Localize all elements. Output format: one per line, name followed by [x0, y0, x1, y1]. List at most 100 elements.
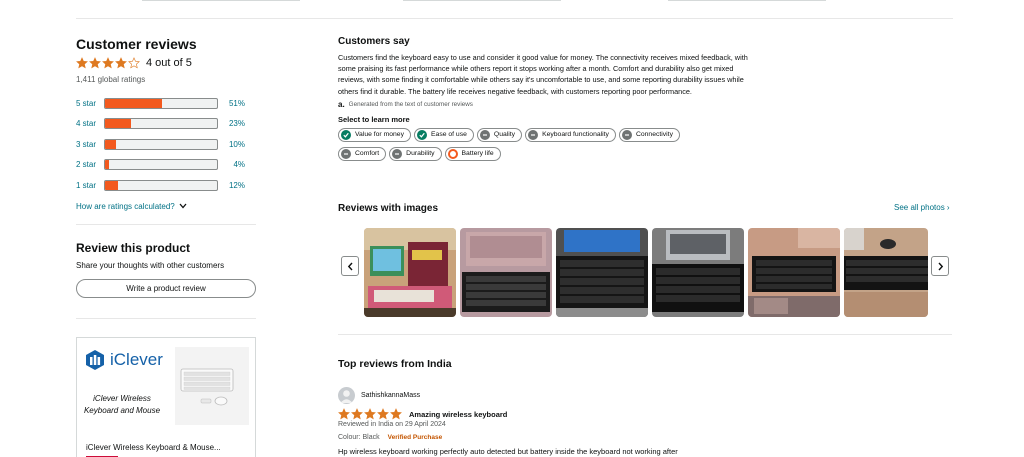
histogram-bar-fill: [105, 119, 131, 129]
histogram-row[interactable]: 4 star 23%: [76, 114, 256, 135]
ai-mark-icon: a.: [338, 99, 345, 109]
customers-say-summary: Customers find the keyboard easy to use …: [338, 53, 748, 96]
right-divider: [338, 334, 952, 335]
keyboard-mouse-image: [180, 368, 234, 406]
reviews-with-images-title: Reviews with images: [338, 203, 439, 214]
review-colour: Colour: Black: [338, 434, 380, 441]
aspect-chip-label: Comfort: [355, 150, 380, 158]
aspect-chip-label: Connectivity: [635, 131, 673, 139]
aspect-chip[interactable]: Ease of use: [414, 127, 474, 142]
review-photo-image: [364, 228, 456, 317]
reviewer-profile[interactable]: SathishkannaMass: [338, 387, 420, 404]
customer-reviews-title: Customer reviews: [76, 36, 197, 52]
aspect-chip[interactable]: Comfort: [338, 146, 387, 161]
top-divider-stub: [403, 0, 561, 1]
review-photo-image: [460, 228, 552, 317]
aspect-chip[interactable]: Battery life: [444, 146, 501, 161]
review-headline: Amazing wireless keyboard: [409, 409, 508, 419]
star-filled-icon: [338, 408, 350, 420]
aspect-chip[interactable]: Value for money: [338, 127, 411, 142]
aspect-chip[interactable]: Connectivity: [618, 127, 680, 142]
chevron-left-icon: [347, 262, 353, 270]
aspect-chip-label: Durability: [406, 150, 435, 158]
histogram-percent[interactable]: 4%: [219, 160, 245, 169]
histogram-bar[interactable]: [104, 97, 218, 109]
carousel-next-button[interactable]: [931, 256, 949, 276]
histogram-row[interactable]: 5 star 51%: [76, 93, 256, 114]
sponsored-ad[interactable]: iClever iClever Wireless Keyboard and Mo…: [76, 337, 256, 457]
verified-purchase-badge[interactable]: Verified Purchase: [388, 434, 443, 441]
star-filled-icon: [102, 57, 114, 69]
review-body: Hp wireless keyboard working perfectly a…: [338, 447, 678, 456]
aspect-chip[interactable]: Keyboard functionality: [525, 127, 616, 142]
minus-circle-icon: [479, 129, 490, 140]
carousel-prev-button[interactable]: [341, 256, 359, 276]
review-header[interactable]: Amazing wireless keyboard: [338, 408, 507, 420]
minus-circle-icon: [341, 148, 351, 159]
ad-product-title[interactable]: iClever Wireless Keyboard & Mouse...: [86, 443, 221, 452]
chevron-right-icon: [937, 262, 943, 270]
top-divider-stub: [668, 0, 826, 1]
review-date: Reviewed in India on 29 April 2024: [338, 421, 446, 428]
left-divider: [76, 318, 256, 319]
histogram-row[interactable]: 2 star 4%: [76, 155, 256, 176]
review-variant: Colour: Black Verified Purchase: [338, 434, 442, 441]
customers-say-title: Customers say: [338, 36, 410, 47]
histogram-bar[interactable]: [104, 159, 218, 171]
review-photo-image: [748, 228, 840, 317]
minus-circle-icon: [447, 148, 458, 159]
select-to-learn-label: Select to learn more: [338, 114, 410, 124]
histogram-star-label[interactable]: 4 star: [76, 119, 104, 128]
histogram-star-label[interactable]: 5 star: [76, 99, 104, 108]
reviewer-name: SathishkannaMass: [361, 392, 421, 399]
avatar: [338, 387, 355, 404]
write-review-button[interactable]: Write a product review: [76, 279, 256, 298]
review-stars: [338, 408, 403, 420]
review-photo-1[interactable]: [364, 228, 456, 317]
histogram-bar[interactable]: [104, 138, 218, 150]
see-all-photos-link[interactable]: See all photos ›: [894, 203, 950, 212]
aspect-chip[interactable]: Quality: [476, 127, 523, 142]
histogram-row[interactable]: 1 star 12%: [76, 175, 256, 196]
section-divider: [76, 18, 953, 19]
histogram-percent[interactable]: 51%: [219, 99, 245, 108]
minus-circle-icon: [621, 129, 632, 140]
review-photo-image: [652, 228, 744, 317]
histogram-bar[interactable]: [104, 118, 218, 130]
histogram-star-label[interactable]: 3 star: [76, 140, 104, 149]
aspect-chip-label: Value for money: [355, 131, 404, 139]
histogram-bar-fill: [105, 160, 110, 170]
histogram-bar[interactable]: [104, 179, 218, 191]
star-filled-icon: [89, 57, 101, 69]
star-empty-icon: [128, 57, 140, 69]
left-divider: [76, 224, 256, 225]
aspect-chip[interactable]: Durability: [389, 146, 442, 161]
brand-name: iClever: [110, 350, 163, 369]
histogram-percent[interactable]: 12%: [219, 181, 245, 190]
how-ratings-calculated-link[interactable]: How are ratings calculated?: [76, 202, 256, 211]
ad-product-image[interactable]: [175, 347, 249, 425]
star-filled-icon: [390, 408, 402, 420]
histogram-star-label[interactable]: 1 star: [76, 181, 104, 190]
aspect-chip-label: Battery life: [461, 150, 494, 158]
rating-histogram: 5 star 51% 4 star 23% 3 star 10% 2 star 4% 1 sta…: [76, 93, 256, 196]
aspect-chip-label: Quality: [493, 131, 516, 139]
how-ratings-calculated-label: How are ratings calculated?: [76, 201, 175, 211]
review-photo-5[interactable]: [748, 228, 840, 317]
check-circle-icon: [341, 129, 351, 140]
global-ratings-count: 1,411 global ratings: [76, 75, 146, 84]
review-photo-3[interactable]: [556, 228, 648, 317]
histogram-percent[interactable]: 10%: [219, 140, 245, 149]
star-filled-icon: [364, 408, 376, 420]
average-rating[interactable]: 4 out of 5: [76, 55, 256, 71]
review-this-product: Review this product Share your thoughts …: [76, 241, 256, 298]
review-photo-6[interactable]: [844, 228, 928, 317]
review-this-product-subtitle: Share your thoughts with other customers: [76, 261, 225, 270]
review-photo-2[interactable]: [460, 228, 552, 317]
histogram-percent[interactable]: 23%: [219, 119, 245, 128]
histogram-row[interactable]: 3 star 10%: [76, 134, 256, 155]
histogram-star-label[interactable]: 2 star: [76, 160, 104, 169]
ratings-summary: Customer reviews 4 out of 5 1,411 global…: [76, 36, 256, 211]
review-photo-4[interactable]: [652, 228, 744, 317]
ad-description: iClever Wireless Keyboard and Mouse: [83, 394, 161, 415]
